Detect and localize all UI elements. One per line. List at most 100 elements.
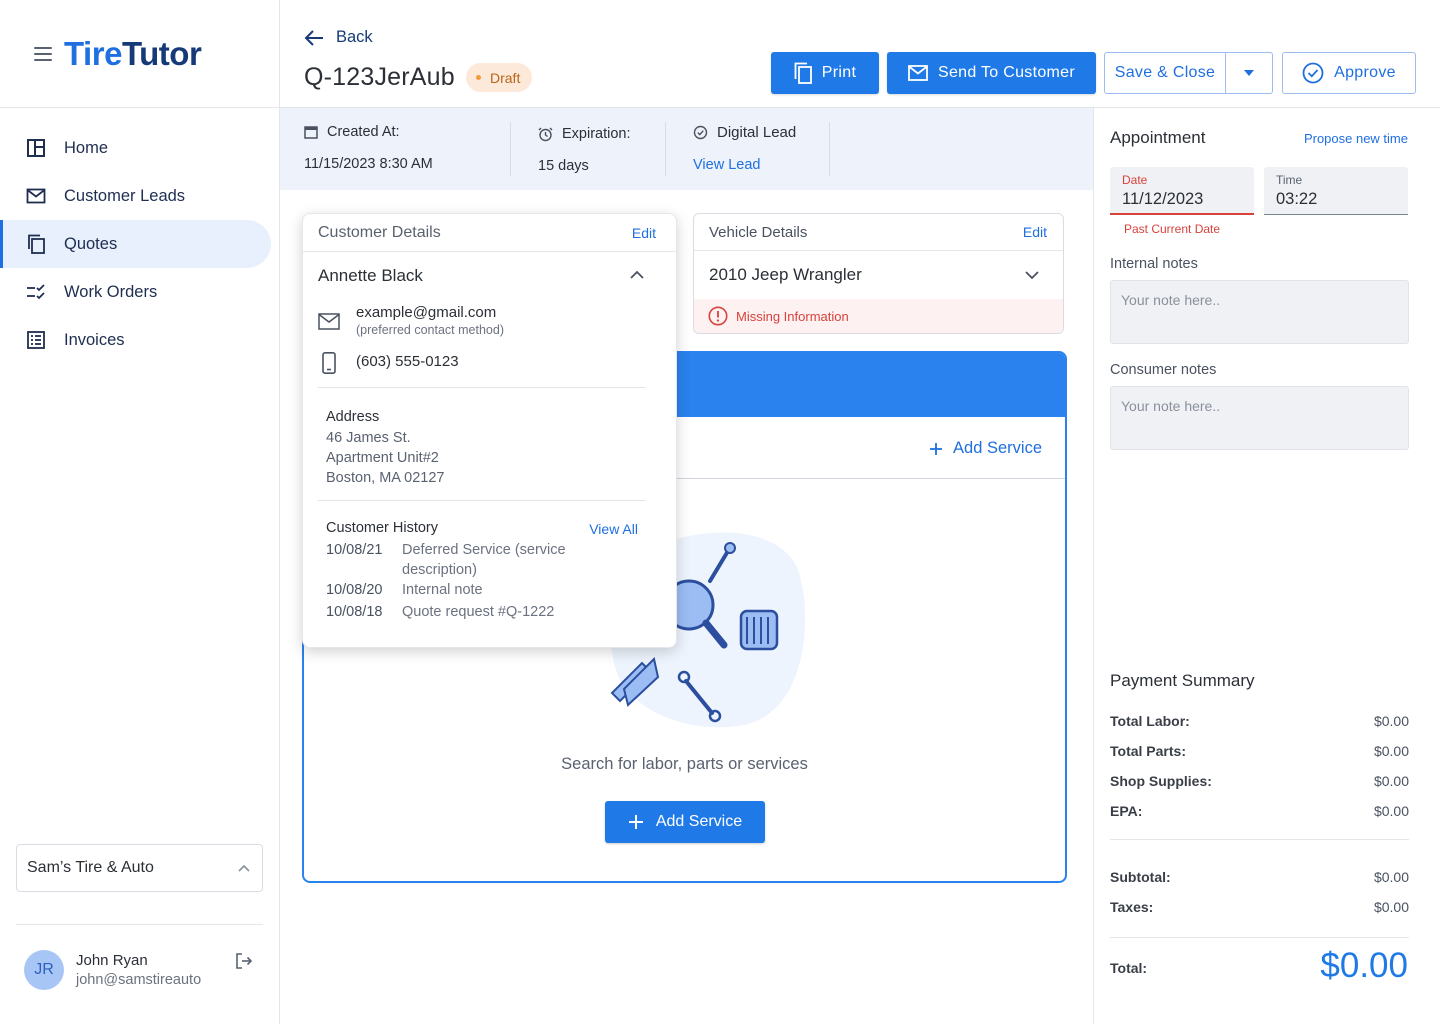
view-all-history-link[interactable]: View All [589,521,638,537]
check-circle-icon [693,125,708,140]
shop-name: Sam’s Tire & Auto [27,859,154,876]
internal-notes-label: Internal notes [1110,256,1198,272]
brand-bar: TireTutor [0,0,279,108]
save-options-dropdown[interactable] [1225,52,1273,94]
plus-icon [628,815,643,829]
time-field[interactable]: Time 03:22 [1264,167,1408,215]
caret-down-icon [1244,70,1254,76]
expiration: Expiration: 15 days [538,126,631,174]
chevron-up-icon[interactable] [630,270,644,279]
divider [318,500,646,501]
sidebar-item-label: Home [64,138,109,157]
sidebar-item-label: Quotes [64,234,118,253]
divider [510,122,511,176]
customer-address: Address 46 James St. Apartment Unit#2 Bo… [326,409,445,486]
empty-state-text: Search for labor, parts or services [561,755,808,773]
user-name: John Ryan [76,952,148,969]
vehicle-name: 2010 Jeep Wrangler [709,265,862,284]
menu-icon[interactable] [34,46,52,61]
sidebar-item-invoices[interactable]: Invoices [0,316,271,364]
shop-selector[interactable]: Sam’s Tire & Auto [16,844,263,892]
payment-row-parts: Total Parts: $0.00 [1110,743,1409,759]
total-label: Total: [1110,960,1148,976]
main-nav: Home Customer Leads Quotes Work Orders I… [0,108,279,364]
phone-icon [322,352,336,374]
status-badge: Draft [466,63,533,92]
history-item: 10/08/18 Quote request #Q-1222 [326,604,555,620]
add-service-button[interactable]: Add Service [605,801,765,843]
user-profile: JR John Ryan john@samstireauto [24,950,259,990]
sidebar-item-home[interactable]: Home [0,124,271,172]
chevron-up-icon [238,864,250,872]
plus-icon [930,442,943,455]
edit-vehicle-link[interactable]: Edit [1023,224,1047,240]
divider [1110,937,1409,938]
created-at: Created At: 11/15/2023 8:30 AM [304,124,433,172]
mail-icon [318,313,340,330]
checklist-icon [27,284,45,300]
card-title: Customer Details [318,223,441,241]
send-to-customer-button[interactable]: Send To Customer [887,52,1096,94]
chevron-down-icon[interactable] [1025,270,1039,280]
save-close-button[interactable]: Save & Close [1104,52,1226,94]
right-panel: Appointment Propose new time Date 11/12/… [1093,108,1440,1024]
page-header: Back Q-123JerAub Draft Print Send To Cus… [280,0,1440,108]
internal-notes-input[interactable]: Your note here.. [1110,280,1409,344]
sidebar-item-customer-leads[interactable]: Customer Leads [0,172,271,220]
status-dot [476,75,481,80]
view-lead-link[interactable]: View Lead [693,157,796,173]
payment-row-labor: Total Labor: $0.00 [1110,713,1409,729]
consumer-notes-input[interactable]: Your note here.. [1110,386,1409,450]
customer-name: Annette Black [318,266,423,285]
digital-lead: Digital Lead View Lead [693,124,797,173]
customer-details-card: Customer Details Edit Annette Black exam… [302,213,677,648]
propose-new-time-link[interactable]: Propose new time [1304,131,1408,146]
appointment-title: Appointment [1110,128,1206,147]
logout-icon[interactable] [235,952,253,970]
vehicle-card-header: Vehicle Details Edit [694,214,1063,251]
history-item: 10/08/21 Deferred Service (service descr… [326,542,566,578]
avatar[interactable]: JR [24,950,64,990]
sidebar: TireTutor Home Customer Leads Quotes Wor… [0,0,280,1024]
card-title: Vehicle Details [709,223,808,241]
alarm-icon [538,127,553,141]
back-label: Back [336,28,373,46]
consumer-notes-label: Consumer notes [1110,362,1217,378]
approve-button[interactable]: Approve [1282,52,1416,94]
arrow-left-icon [304,29,323,46]
print-button[interactable]: Print [771,52,879,94]
payment-row-shop-supplies: Shop Supplies: $0.00 [1110,773,1409,789]
divider [1110,839,1409,840]
vehicle-details-card: Vehicle Details Edit 2010 Jeep Wrangler … [693,213,1064,334]
divider [665,122,666,176]
add-service-link[interactable]: Add Service [929,439,1042,458]
error-icon [708,306,728,326]
sidebar-item-label: Work Orders [64,282,158,301]
home-icon [27,139,45,157]
created-value: 11/15/2023 8:30 AM [304,156,433,172]
payment-row-epa: EPA: $0.00 [1110,803,1409,819]
page-title: Q-123JerAub [304,63,455,91]
payment-summary-title: Payment Summary [1110,671,1255,690]
history-item: 10/08/20 Internal note [326,582,483,598]
invoice-icon [27,331,45,349]
calendar-icon [304,126,318,139]
check-circle-icon [1302,62,1324,84]
edit-customer-link[interactable]: Edit [632,225,656,241]
date-field[interactable]: Date 11/12/2023 [1110,167,1254,215]
missing-info-warning: Missing Information [694,299,1063,333]
sidebar-item-label: Invoices [64,330,125,349]
sidebar-item-label: Customer Leads [64,186,186,205]
back-link[interactable]: Back [304,28,373,47]
sidebar-item-work-orders[interactable]: Work Orders [0,268,271,316]
user-email: john@samstireauto [76,972,202,988]
divider [318,387,646,388]
sidebar-item-quotes[interactable]: Quotes [0,220,271,268]
logo[interactable]: TireTutor [64,35,202,73]
quote-info-strip: Created At: 11/15/2023 8:30 AM Expiratio… [280,108,1093,190]
divider [16,924,263,925]
customer-email: example@gmail.com (preferred contact met… [318,304,504,337]
copy-icon [28,234,45,254]
total-value: $0.00 [1320,946,1408,985]
vehicle-row[interactable]: 2010 Jeep Wrangler [694,251,1063,299]
